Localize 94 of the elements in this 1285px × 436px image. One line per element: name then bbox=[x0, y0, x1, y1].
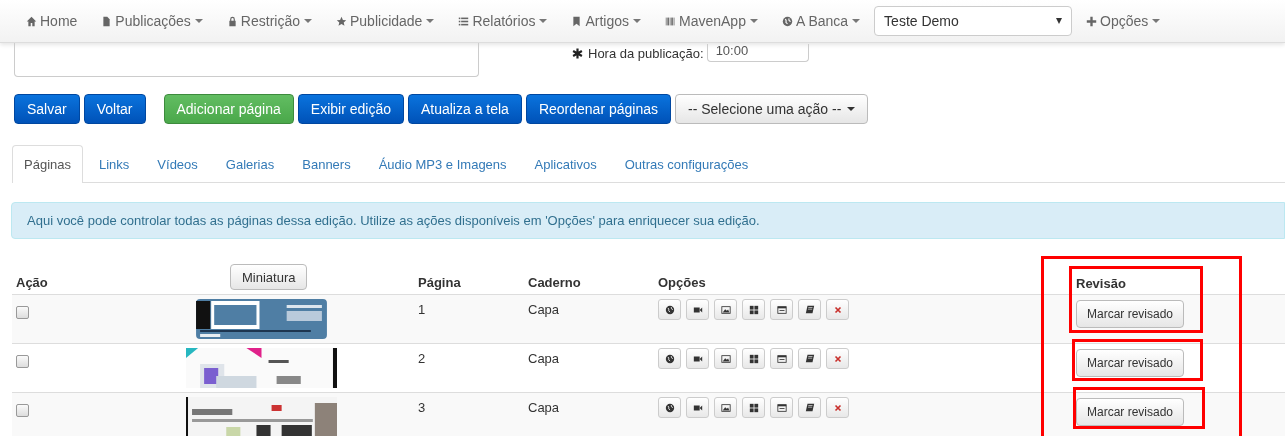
image-icon bbox=[720, 304, 731, 315]
window-icon bbox=[776, 304, 787, 315]
plus-icon bbox=[1086, 15, 1098, 27]
page-number: 2 bbox=[418, 351, 426, 366]
action-button[interactable]: Reordenar páginas bbox=[525, 94, 671, 124]
column-header: Ação bbox=[16, 274, 48, 290]
bookmark-icon bbox=[571, 15, 583, 27]
action-dropdown[interactable]: -- Selecione uma ação -- bbox=[675, 94, 869, 124]
section-name: Capa bbox=[528, 302, 560, 317]
globe-button[interactable] bbox=[658, 348, 681, 369]
nav-link[interactable]: Relatórios bbox=[446, 13, 560, 29]
column-header: Caderno bbox=[528, 274, 581, 290]
close-icon bbox=[832, 304, 843, 315]
action-button[interactable]: Exibir edição bbox=[297, 94, 404, 124]
time-field[interactable]: 10:00 bbox=[706, 44, 809, 62]
book-icon bbox=[804, 402, 815, 413]
grid-button[interactable] bbox=[742, 397, 765, 418]
barcode-icon bbox=[665, 15, 676, 27]
thumbnail-button[interactable]: Miniatura bbox=[230, 264, 308, 290]
video-camera-button[interactable] bbox=[686, 397, 709, 418]
book-button[interactable] bbox=[798, 299, 821, 320]
tab[interactable]: Áudio MP3 e Imagens bbox=[366, 145, 519, 182]
tab[interactable]: Aplicativos bbox=[522, 145, 609, 182]
image-icon bbox=[720, 353, 731, 364]
window-icon bbox=[776, 353, 787, 364]
image-button[interactable] bbox=[714, 397, 737, 418]
column-header: Opções bbox=[658, 274, 706, 290]
globe-icon bbox=[664, 353, 675, 364]
grid-button[interactable] bbox=[742, 299, 765, 320]
tab[interactable]: Páginas bbox=[12, 145, 83, 183]
nav-link[interactable]: Artigos bbox=[559, 13, 653, 29]
info-alert: Aqui você pode controlar todas as páginas dessa edição. Utilize as ações disponíveis em 'Opções' para enriquecer sua edição. bbox=[11, 202, 1285, 239]
window-icon bbox=[776, 402, 787, 413]
nav-link[interactable]: MavenApp bbox=[653, 13, 770, 29]
nav-link[interactable]: Publicidade bbox=[324, 13, 447, 29]
row-checkbox[interactable] bbox=[16, 404, 29, 417]
mark-reviewed-button[interactable]: Marcar revisado bbox=[1076, 398, 1185, 426]
document-icon bbox=[101, 15, 113, 27]
globe-icon bbox=[664, 304, 675, 315]
time-label: Hora da publicação: bbox=[588, 45, 704, 61]
tab[interactable]: Banners bbox=[290, 145, 363, 182]
row-checkbox[interactable] bbox=[16, 355, 29, 368]
mark-reviewed-button[interactable]: Marcar revisado bbox=[1076, 300, 1185, 328]
page-number: 3 bbox=[418, 400, 426, 415]
grid-icon bbox=[748, 353, 759, 364]
close-button[interactable] bbox=[826, 397, 849, 418]
grid-button[interactable] bbox=[742, 348, 765, 369]
mark-reviewed-button[interactable]: Marcar revisado bbox=[1076, 349, 1185, 377]
nav-link[interactable]: A Banca bbox=[769, 13, 873, 29]
close-icon bbox=[832, 353, 843, 364]
close-button[interactable] bbox=[826, 348, 849, 369]
page-number: 1 bbox=[418, 302, 426, 317]
tab[interactable]: Galerias bbox=[213, 145, 287, 182]
image-button[interactable] bbox=[714, 299, 737, 320]
nav-link[interactable]: Publicações bbox=[89, 13, 215, 29]
globe-icon bbox=[664, 402, 675, 413]
video-camera-button[interactable] bbox=[686, 348, 709, 369]
tab[interactable]: Outras configurações bbox=[612, 145, 761, 182]
nav-link[interactable]: Restrição bbox=[214, 13, 324, 29]
book-button[interactable] bbox=[798, 348, 821, 369]
tab[interactable]: Links bbox=[87, 145, 142, 182]
action-button[interactable]: Salvar bbox=[14, 94, 80, 124]
window-button[interactable] bbox=[770, 397, 793, 418]
asterisk-icon bbox=[572, 47, 583, 59]
book-button[interactable] bbox=[798, 397, 821, 418]
close-icon bbox=[832, 402, 843, 413]
video-camera-button[interactable] bbox=[686, 299, 709, 320]
list-icon bbox=[458, 15, 470, 27]
book-icon bbox=[804, 353, 815, 364]
grid-icon bbox=[748, 402, 759, 413]
close-button[interactable] bbox=[826, 299, 849, 320]
section-name: Capa bbox=[528, 400, 560, 415]
column-header: Página bbox=[418, 274, 461, 290]
image-button[interactable] bbox=[714, 348, 737, 369]
book-icon bbox=[804, 304, 815, 315]
tab[interactable]: Vídeos bbox=[145, 145, 210, 182]
home-icon bbox=[26, 15, 37, 27]
row-checkbox[interactable] bbox=[16, 306, 29, 319]
action-button[interactable]: Atualiza a tela bbox=[407, 94, 522, 124]
nav-link[interactable]: Home bbox=[18, 13, 90, 29]
action-button[interactable]: Voltar bbox=[83, 94, 146, 124]
globe-button[interactable] bbox=[658, 397, 681, 418]
star-icon bbox=[336, 15, 347, 27]
column-header: Revisão bbox=[1076, 275, 1126, 291]
edition-select[interactable]: Teste Demo bbox=[874, 6, 1073, 36]
globe-button[interactable] bbox=[658, 299, 681, 320]
section-name: Capa bbox=[528, 351, 560, 366]
globe-icon bbox=[781, 15, 793, 27]
window-button[interactable] bbox=[770, 299, 793, 320]
window-button[interactable] bbox=[770, 348, 793, 369]
lock-icon bbox=[226, 15, 238, 27]
image-icon bbox=[720, 402, 731, 413]
nav-link[interactable]: Opções bbox=[1074, 13, 1173, 29]
grid-icon bbox=[748, 304, 759, 315]
